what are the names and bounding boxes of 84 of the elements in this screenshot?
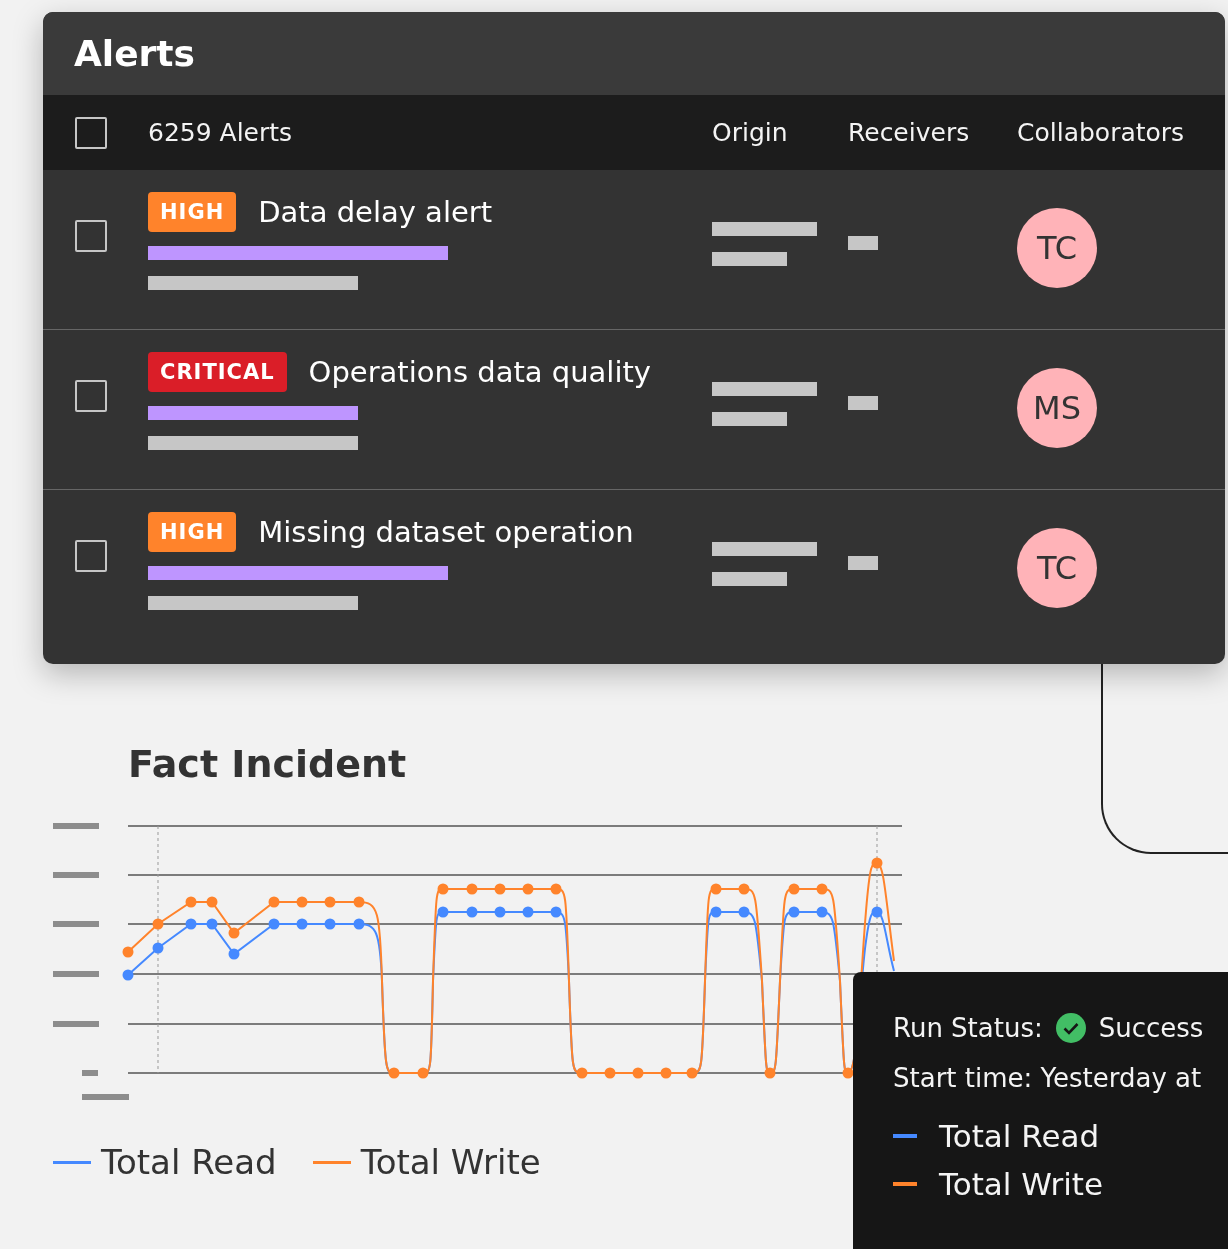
checkbox[interactable] [74, 116, 107, 149]
data-point [437, 906, 449, 918]
column-header[interactable]: Collaborators [1017, 118, 1185, 147]
data-point [324, 896, 336, 908]
data-point [576, 1067, 588, 1079]
data-point [871, 906, 883, 918]
checkbox[interactable] [74, 380, 107, 412]
data-point [738, 883, 750, 895]
alert-title[interactable]: Data delay alert [258, 195, 493, 229]
data-point [228, 948, 240, 960]
axis-label-placeholder [53, 872, 99, 878]
data-point [842, 1067, 854, 1079]
chart-title: Fact Incident [128, 742, 408, 786]
card-title: Alerts [43, 12, 1225, 95]
data-point [764, 1067, 776, 1079]
data-point [437, 883, 449, 895]
column-header[interactable]: Origin [712, 118, 788, 147]
column-header[interactable]: Receivers [848, 118, 970, 147]
data-point [871, 857, 883, 869]
axis-label-placeholder [53, 1021, 99, 1027]
data-point [788, 906, 800, 918]
data-point [494, 906, 506, 918]
legend-label: Total Read [939, 1118, 1100, 1154]
data-point [710, 883, 722, 895]
data-point [494, 883, 506, 895]
data-point [206, 896, 218, 908]
data-point [550, 906, 562, 918]
severity-badge: CRITICAL [148, 352, 287, 392]
data-point [185, 896, 197, 908]
severity-badge: HIGH [148, 512, 237, 552]
data-point [660, 1067, 672, 1079]
data-point [738, 906, 750, 918]
axis-label-placeholder [53, 921, 99, 927]
placeholder-bar [848, 396, 878, 410]
legend-label: Total Write [360, 1142, 541, 1182]
start-time: Start time: Yesterday at [893, 1063, 1202, 1093]
checkbox[interactable] [74, 220, 107, 252]
axis-label-placeholder [82, 1070, 98, 1076]
avatar[interactable]: TC [1017, 528, 1097, 608]
checkbox[interactable] [74, 540, 107, 572]
data-point [152, 918, 164, 930]
alert-count: 6259 Alerts [148, 118, 293, 147]
data-point [632, 1067, 644, 1079]
data-point [788, 883, 800, 895]
data-point [206, 918, 218, 930]
data-point [388, 1067, 400, 1079]
data-point [268, 918, 280, 930]
placeholder-bar [848, 236, 878, 250]
data-point [353, 918, 365, 930]
data-point [550, 883, 562, 895]
alert-title[interactable]: Missing dataset operation [258, 515, 634, 549]
data-point [816, 883, 828, 895]
data-point [324, 918, 336, 930]
axis-label-placeholder [53, 971, 99, 977]
data-point [466, 906, 478, 918]
data-point [816, 906, 828, 918]
status-label: Run Status: [893, 1013, 1043, 1043]
severity-badge: HIGH [148, 192, 237, 232]
legend-label: Total Write [939, 1166, 1104, 1202]
legend-label: Total Read [101, 1142, 277, 1182]
data-point [296, 918, 308, 930]
data-point [268, 896, 280, 908]
data-point [228, 927, 240, 939]
data-point [152, 942, 164, 954]
success-check-icon [1054, 1012, 1087, 1044]
data-point [185, 918, 197, 930]
axis-label-placeholder [82, 1094, 129, 1100]
data-point [417, 1067, 429, 1079]
data-point [122, 969, 134, 981]
data-point [710, 906, 722, 918]
data-point [466, 883, 478, 895]
axis-label-placeholder [53, 823, 99, 829]
data-point [522, 883, 534, 895]
data-point [604, 1067, 616, 1079]
data-point [686, 1067, 698, 1079]
placeholder-bar [848, 556, 878, 570]
alert-title[interactable]: Operations data quality [308, 355, 651, 389]
data-point [122, 946, 134, 958]
data-point [296, 896, 308, 908]
avatar[interactable]: MS [1017, 368, 1097, 448]
data-point [353, 896, 365, 908]
status-value: Success [1098, 1013, 1204, 1043]
data-point [522, 906, 534, 918]
avatar[interactable]: TC [1017, 208, 1097, 288]
